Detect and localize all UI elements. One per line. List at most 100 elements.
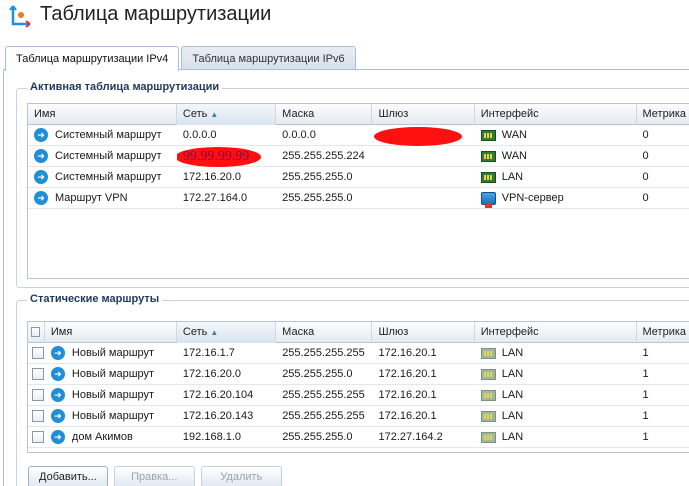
cell-gateway: 172.16.20.1 bbox=[378, 409, 437, 422]
col-select[interactable] bbox=[28, 322, 45, 343]
col-network[interactable]: Сеть ▲ bbox=[176, 322, 277, 343]
cell-metric: 0 bbox=[642, 149, 649, 162]
cell-mask: 255.255.255.0 bbox=[282, 170, 353, 183]
table-row[interactable]: ➜ дом Акимов 192.168.1.0 255.255.255.0 17… bbox=[28, 427, 689, 448]
cell-metric: 1 bbox=[642, 409, 649, 422]
row-checkbox[interactable] bbox=[32, 347, 44, 359]
cell-interface: LAN bbox=[475, 364, 637, 385]
cell-mask: 255.255.255.255 bbox=[282, 409, 365, 422]
tab-ipv4[interactable]: Таблица маршрутизации IPv4 bbox=[5, 46, 180, 71]
cell-gateway: 172.16.20.1 bbox=[378, 367, 437, 380]
col-mask[interactable]: Маска bbox=[276, 322, 373, 343]
row-checkbox[interactable] bbox=[32, 368, 44, 380]
cell-name: ➜ дом Акимов bbox=[45, 427, 177, 448]
cell-name: ➜ Новый маршрут bbox=[45, 385, 177, 406]
col-name[interactable]: Имя bbox=[45, 322, 177, 343]
cell-select bbox=[28, 406, 45, 427]
table-row[interactable]: ➜ Системный маршрут 172.16.20.0 255.255.2… bbox=[28, 167, 689, 188]
route-icon: ➜ bbox=[34, 191, 48, 205]
col-metric[interactable]: Метрика bbox=[637, 322, 689, 343]
cell-mask: 255.255.255.255 bbox=[282, 388, 365, 401]
route-name: Новый маршрут bbox=[71, 409, 155, 422]
tab-panel-ipv4: Активная таблица маршрутизации Имя Сеть ▲… bbox=[3, 69, 689, 486]
cell-metric: 0 bbox=[642, 170, 649, 183]
cell-name: ➜ Системный маршрут bbox=[28, 125, 177, 146]
cell-metric: 1 bbox=[642, 430, 649, 443]
static-routes-grid[interactable]: Имя Сеть ▲ Маска Шлюз Интерфейс Метрика ➜… bbox=[27, 321, 689, 453]
table-row[interactable]: ➜ Новый маршрут 172.16.20.0 255.255.255.0… bbox=[28, 364, 689, 385]
col-interface[interactable]: Интерфейс bbox=[475, 322, 637, 343]
cell-mask: 0.0.0.0 bbox=[282, 128, 316, 141]
cell-interface: VPN-сервер bbox=[475, 188, 637, 209]
cell-network: 172.27.164.0 bbox=[182, 191, 248, 204]
network-port-icon bbox=[480, 171, 496, 183]
routing-table-icon bbox=[9, 5, 31, 28]
cell-gateway: 172.16.20.1 bbox=[378, 346, 437, 359]
route-icon: ➜ bbox=[34, 170, 48, 184]
cell-name: ➜ Новый маршрут bbox=[45, 343, 177, 364]
cell-interface: LAN bbox=[475, 406, 637, 427]
static-routes-group: Статические маршруты Имя Сеть ▲ Маска Шлю… bbox=[16, 293, 689, 486]
col-gateway[interactable]: Шлюз bbox=[372, 322, 475, 343]
page-title: Таблица маршрутизации bbox=[40, 3, 272, 25]
col-name[interactable]: Имя bbox=[28, 104, 177, 125]
tab-area: Таблица маршрутизации IPv4 Таблица маршр… bbox=[0, 46, 689, 486]
table-row[interactable]: ➜ Новый маршрут 172.16.20.104 255.255.255… bbox=[28, 385, 689, 406]
route-icon: ➜ bbox=[50, 388, 65, 402]
active-routes-header: Имя Сеть ▲ Маска Шлюз Интерфейс Метрика bbox=[28, 104, 689, 125]
cell-interface: WAN bbox=[475, 125, 637, 146]
row-checkbox[interactable] bbox=[32, 410, 44, 422]
active-table-title: Активная таблица маршрутизации bbox=[27, 81, 223, 93]
network-port-icon bbox=[480, 347, 496, 359]
active-routes-grid[interactable]: Имя Сеть ▲ Маска Шлюз Интерфейс Метрика ➜… bbox=[27, 103, 689, 279]
add-route-button[interactable]: Добавить... bbox=[28, 466, 108, 486]
table-row[interactable]: ➜ Маршрут VPN 172.27.164.0 255.255.255.0 … bbox=[28, 188, 689, 209]
network-port-icon bbox=[480, 431, 496, 443]
interface-label: LAN bbox=[501, 367, 524, 380]
cell-mask: 255.255.255.0 bbox=[282, 367, 353, 380]
cell-name: ➜ Новый маршрут bbox=[45, 364, 177, 385]
col-interface[interactable]: Интерфейс bbox=[475, 104, 637, 125]
row-checkbox[interactable] bbox=[32, 431, 44, 443]
interface-label: LAN bbox=[501, 430, 524, 443]
cell-name: ➜ Системный маршрут bbox=[28, 167, 177, 188]
edit-route-button[interactable]: Правка... bbox=[113, 466, 195, 486]
network-port-icon bbox=[480, 129, 496, 141]
cell-interface: LAN bbox=[475, 385, 637, 406]
cell-gateway bbox=[372, 146, 474, 167]
cell-name: ➜ Системный маршрут bbox=[28, 146, 177, 167]
cell-metric: 0 bbox=[642, 128, 649, 141]
col-mask[interactable]: Маска bbox=[276, 104, 373, 125]
cell-select bbox=[28, 364, 45, 385]
table-row[interactable]: ➜ Системный маршрут 0.0.0.0 0.0.0.0 WAN 0 bbox=[28, 125, 689, 146]
cell-metric: 1 bbox=[642, 388, 649, 401]
cell-network: 192.168.1.0 bbox=[182, 430, 242, 443]
col-gateway[interactable]: Шлюз bbox=[372, 104, 475, 125]
col-metric[interactable]: Метрика bbox=[637, 104, 689, 125]
sort-asc-icon: ▲ bbox=[210, 110, 219, 119]
cell-metric: 1 bbox=[642, 346, 649, 359]
redaction-mark bbox=[374, 126, 463, 146]
cell-network: 172.16.20.0 bbox=[182, 367, 242, 380]
network-port-icon bbox=[480, 368, 496, 380]
cell-interface: LAN bbox=[475, 167, 637, 188]
table-row[interactable]: ➜ Новый маршрут 172.16.1.7 255.255.255.25… bbox=[28, 343, 689, 364]
static-routes-title: Статические маршруты bbox=[27, 293, 163, 305]
col-network-label: Сеть bbox=[182, 326, 208, 338]
tab-strip: Таблица маршрутизации IPv4 Таблица маршр… bbox=[5, 46, 358, 71]
vpn-server-icon bbox=[480, 191, 496, 208]
table-row[interactable]: ➜ Системный маршрут 99.99.99.99 255.255.2… bbox=[28, 146, 689, 167]
route-name: Системный маршрут bbox=[55, 170, 162, 183]
cell-network: 172.16.20.104 bbox=[182, 388, 254, 401]
table-row[interactable]: ➜ Новый маршрут 172.16.20.143 255.255.255… bbox=[28, 406, 689, 427]
title-bar: Таблица маршрутизации bbox=[0, 0, 689, 34]
cell-select bbox=[28, 343, 45, 364]
col-network[interactable]: Сеть ▲ bbox=[176, 104, 277, 125]
cell-network: 0.0.0.0 bbox=[182, 128, 217, 141]
row-checkbox[interactable] bbox=[32, 389, 44, 401]
delete-route-button[interactable]: Удалить bbox=[200, 466, 282, 486]
tab-ipv6[interactable]: Таблица маршрутизации IPv6 bbox=[181, 46, 356, 70]
select-all-checkbox[interactable] bbox=[31, 327, 40, 337]
route-icon: ➜ bbox=[50, 346, 65, 360]
cell-mask: 255.255.255.224 bbox=[282, 149, 365, 162]
